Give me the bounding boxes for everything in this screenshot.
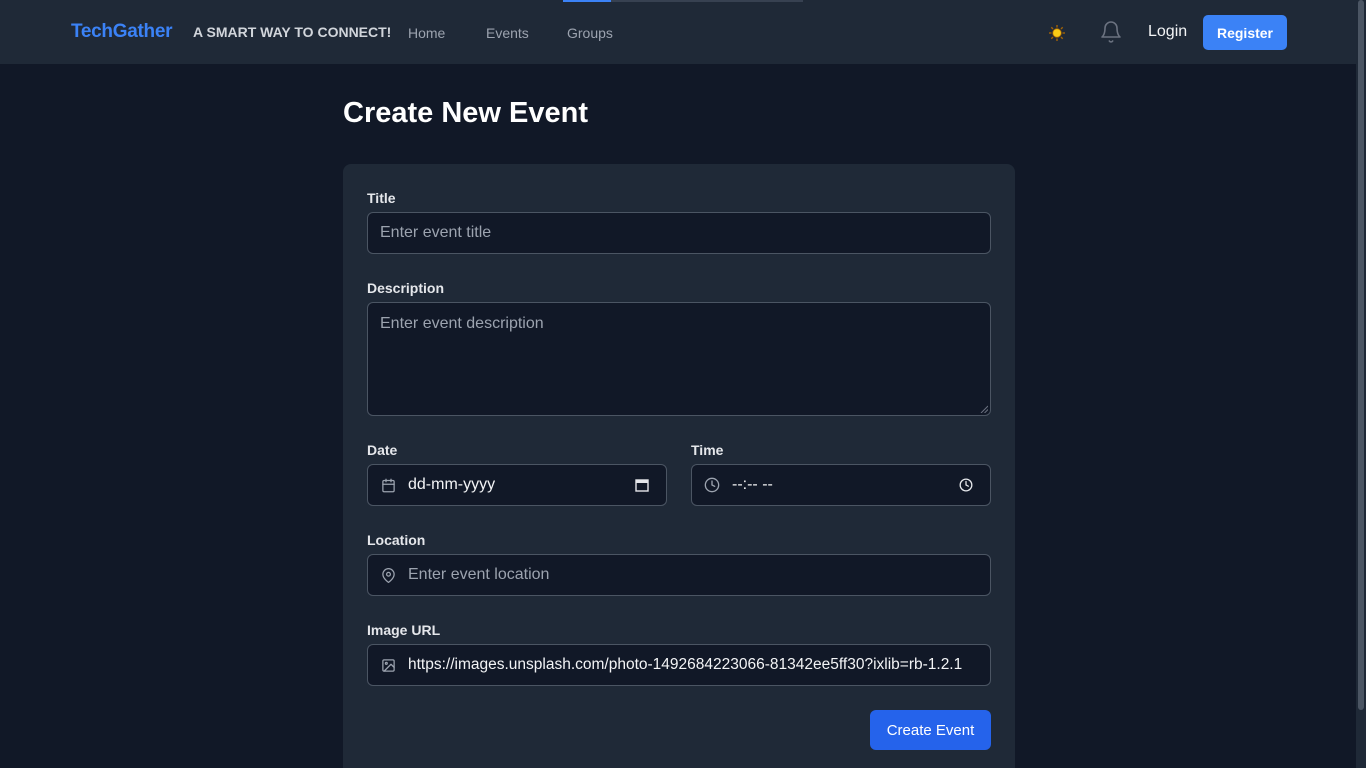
- time-input[interactable]: --:-- --: [691, 464, 991, 506]
- image-url-value: https://images.unsplash.com/photo-149268…: [408, 656, 963, 673]
- nav-link-events[interactable]: Events: [486, 25, 529, 41]
- navbar: TechGather A SMART WAY TO CONNECT! Home …: [0, 0, 1356, 64]
- nav-link-groups[interactable]: Groups: [567, 25, 613, 41]
- page-title: Create New Event: [343, 97, 588, 129]
- calendar-icon: [380, 477, 396, 493]
- location-label: Location: [367, 532, 426, 548]
- time-label: Time: [691, 442, 724, 458]
- sun-icon: [1049, 25, 1065, 41]
- create-event-button[interactable]: Create Event: [870, 710, 991, 750]
- bell-icon: [1101, 21, 1121, 43]
- location-input[interactable]: Enter event location: [367, 554, 991, 596]
- title-placeholder: Enter event title: [380, 224, 492, 241]
- time-picker-icon[interactable]: [958, 477, 974, 493]
- register-button[interactable]: Register: [1203, 15, 1287, 50]
- title-label: Title: [367, 190, 396, 206]
- login-link[interactable]: Login: [1148, 23, 1187, 41]
- image-url-label: Image URL: [367, 622, 441, 638]
- date-label: Date: [367, 442, 398, 458]
- date-picker-icon[interactable]: [634, 477, 650, 493]
- theme-toggle-button[interactable]: [1046, 22, 1068, 44]
- title-input[interactable]: Enter event title: [367, 212, 991, 254]
- create-event-form: Title Enter event title Description Ente…: [343, 164, 1015, 768]
- map-pin-icon: [380, 567, 396, 583]
- time-value: --:-- --: [732, 476, 773, 493]
- description-textarea[interactable]: Enter event description: [367, 302, 991, 416]
- nav-link-home[interactable]: Home: [408, 25, 445, 41]
- image-icon: [380, 657, 396, 673]
- date-input[interactable]: dd-mm-yyyy: [367, 464, 667, 506]
- description-placeholder: Enter event description: [380, 315, 544, 332]
- clock-icon: [704, 477, 720, 493]
- page-scrollbar[interactable]: [1356, 0, 1366, 768]
- notifications-button[interactable]: [1099, 20, 1123, 44]
- tagline: A SMART WAY TO CONNECT!: [193, 24, 392, 40]
- description-label: Description: [367, 280, 445, 296]
- date-value: dd-mm-yyyy: [408, 476, 496, 493]
- image-url-input[interactable]: https://images.unsplash.com/photo-149268…: [367, 644, 991, 686]
- brand-logo[interactable]: TechGather: [71, 21, 172, 43]
- resize-handle-icon[interactable]: [980, 405, 988, 413]
- loading-indicator: [563, 0, 803, 2]
- location-placeholder: Enter event location: [408, 566, 550, 583]
